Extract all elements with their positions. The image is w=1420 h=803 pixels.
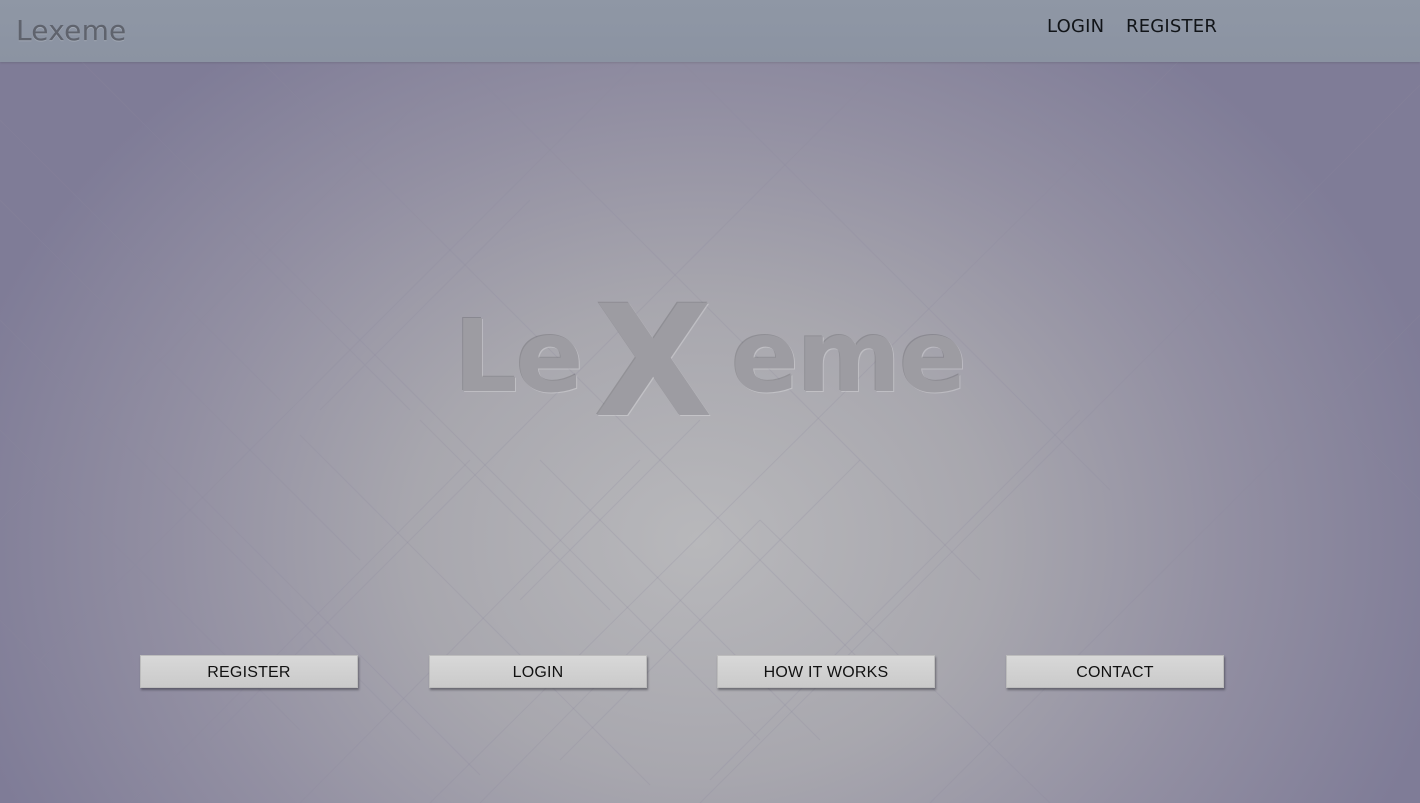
register-button[interactable]: REGISTER: [140, 655, 358, 688]
brand-logo-text[interactable]: Lexeme: [16, 13, 126, 49]
nav-register-link[interactable]: REGISTER: [1126, 15, 1217, 39]
hero-logo-right-text: eme: [731, 298, 967, 415]
top-navigation-bar: Lexeme LOGIN REGISTER: [0, 0, 1420, 62]
login-button[interactable]: LOGIN: [429, 655, 647, 688]
contact-button[interactable]: CONTACT: [1006, 655, 1224, 688]
how-it-works-button[interactable]: HOW IT WORKS: [717, 655, 935, 688]
hero-logo-left-text: Le: [454, 298, 584, 415]
landing-page: Lexeme LOGIN REGISTER Le X eme REGISTER …: [0, 0, 1420, 803]
hero-logo-emphasis-letter: X: [594, 273, 713, 452]
nav-login-link[interactable]: LOGIN: [1047, 15, 1104, 39]
hero-lexeme-logo: Le X eme: [454, 273, 1000, 452]
